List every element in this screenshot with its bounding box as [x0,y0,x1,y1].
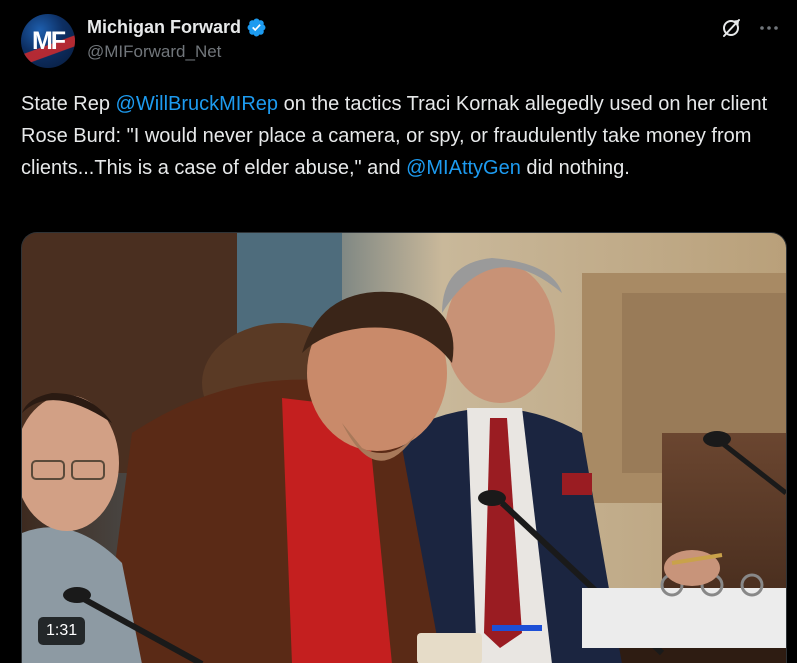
more-icon[interactable] [757,16,781,40]
avatar[interactable]: MF [21,14,75,68]
tweet-card[interactable]: MF Michigan Forward @MIForward_Net State… [0,0,797,663]
verified-badge-icon[interactable] [246,17,267,38]
display-name-row: Michigan Forward [87,15,267,39]
display-name[interactable]: Michigan Forward [87,17,241,38]
handle[interactable]: @MIForward_Net [87,42,267,62]
avatar-initials: MF [31,26,66,55]
mention-link[interactable]: @MIAttyGen [406,157,521,179]
mention-link[interactable]: @WillBruckMIRep [116,93,279,115]
tweet-text-part: did nothing. [520,157,630,179]
video-player[interactable]: 1:31 [21,232,787,663]
video-frame [22,233,786,663]
author-info: Michigan Forward @MIForward_Net [87,15,267,62]
grok-icon[interactable] [719,16,743,40]
tweet-text: State Rep @WillBruckMIRep on the tactics… [21,88,781,184]
video-duration: 1:31 [38,617,86,645]
tweet-text-part: State Rep [21,93,116,115]
top-actions [719,16,781,40]
